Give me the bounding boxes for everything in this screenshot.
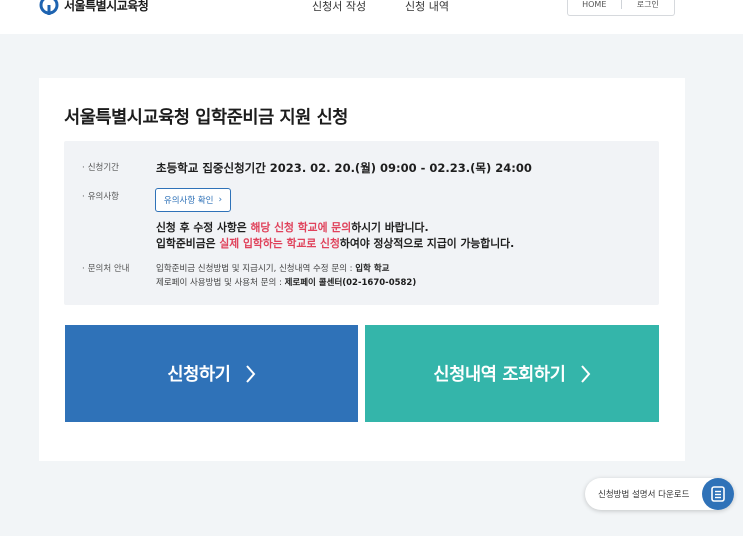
download-label: 신청방법 설명서 다운로드	[598, 490, 690, 500]
notice-highlight: 실제 입학하는 학교로 신청	[219, 237, 340, 250]
logo-text: 서울특별시교육청	[64, 0, 149, 13]
contact-emphasis: 입학 학교	[355, 264, 390, 274]
notice-text: 신청 후 수정 사항은	[156, 221, 251, 234]
contact-label: 문의처 안내	[82, 262, 130, 274]
main-card: 서울특별시교육청 입학준비금 지원 신청 신청기간 초등학교 집중신청기간 20…	[39, 78, 685, 461]
period-label: 신청기간	[82, 161, 119, 173]
nav-application-write[interactable]: 신청서 작성	[312, 0, 366, 14]
notice-label: 유의사항	[82, 190, 119, 202]
manual-download-button[interactable]: 신청방법 설명서 다운로드	[585, 478, 734, 510]
nav-application-history[interactable]: 신청 내역	[405, 0, 449, 14]
contact-line-1: 입학준비금 신청방법 및 지급시기, 신청내역 수정 문의 : 입학 학교	[156, 262, 389, 274]
utility-menu: HOME 로그인	[567, 0, 675, 16]
contact-text: 제로페이 사용방법 및 사용처 문의 :	[156, 278, 285, 288]
notice-text: 입학준비금은	[156, 237, 220, 250]
chevron-right-icon	[580, 364, 590, 383]
notice-check-label: 유의사항 확인	[163, 196, 214, 206]
contact-text: 입학준비금 신청방법 및 지급시기, 신청내역 수정 문의 :	[156, 264, 356, 274]
contact-emphasis: 제로페이 콜센터(02-1670-0582)	[284, 278, 417, 288]
notice-line-2: 입학준비금은 실제 입학하는 학교로 신청하여야 정상적으로 지급이 가능합니다…	[156, 235, 514, 251]
page-title: 서울특별시교육청 입학준비금 지원 신청	[64, 108, 348, 128]
apply-button[interactable]: 신청하기	[65, 325, 358, 422]
login-link[interactable]: 로그인	[622, 0, 675, 10]
home-link[interactable]: HOME	[568, 0, 621, 9]
notice-highlight: 해당 신청 학교에 문의	[250, 221, 352, 234]
logo-icon	[39, 0, 59, 15]
top-header: 서울특별시교육청 신청서 작성 신청 내역 HOME 로그인	[0, 0, 743, 34]
period-value: 초등학교 집중신청기간 2023. 02. 20.(월) 09:00 - 02.…	[156, 161, 532, 175]
check-history-button[interactable]: 신청내역 조회하기	[365, 325, 659, 422]
chevron-right-icon: ›	[218, 195, 223, 205]
notice-line-1: 신청 후 수정 사항은 해당 신청 학교에 문의하시기 바랍니다.	[156, 219, 429, 235]
notice-text: 하시기 바랍니다.	[351, 221, 429, 234]
notice-text: 하여야 정상적으로 지급이 가능합니다.	[339, 237, 515, 250]
contact-line-2: 제로페이 사용방법 및 사용처 문의 : 제로페이 콜센터(02-1670-05…	[156, 276, 416, 288]
apply-button-label: 신청하기	[167, 365, 231, 385]
logo[interactable]: 서울특별시교육청	[38, 0, 149, 16]
notice-check-button[interactable]: 유의사항 확인 ›	[155, 188, 231, 212]
chevron-right-icon	[245, 364, 255, 383]
check-history-label: 신청내역 조회하기	[433, 365, 566, 385]
info-box: 신청기간 초등학교 집중신청기간 2023. 02. 20.(월) 09:00 …	[64, 141, 659, 305]
document-icon	[702, 478, 734, 510]
